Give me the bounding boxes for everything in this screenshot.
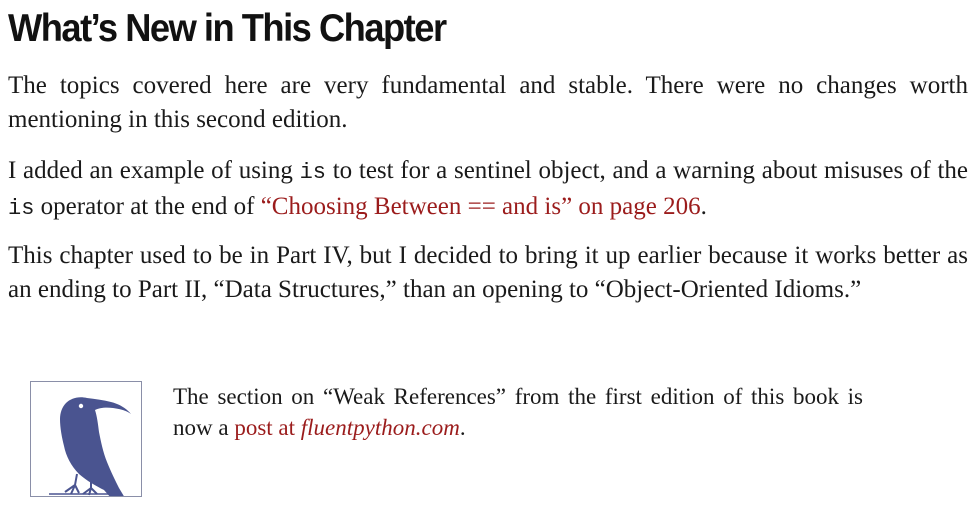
note-callout: The section on “Weak References” from th…: [30, 381, 950, 501]
code-is-operator: is: [8, 196, 35, 221]
note-text: The section on “Weak References” from th…: [173, 381, 863, 443]
paragraph-sentinel-text-b: to test for a sentinel object, and a war…: [326, 157, 969, 184]
cross-reference-link[interactable]: “Choosing Between == and is” on page 206: [261, 193, 701, 220]
document-page: What’s New in This Chapter The topics co…: [8, 0, 968, 303]
post-link-prefix: post at: [234, 415, 301, 440]
note-text-b: .: [459, 415, 466, 440]
bird-icon: [30, 381, 142, 497]
post-link-domain: fluentpython.com: [300, 415, 460, 440]
paragraph-sentinel-text-c: operator at the end of: [34, 193, 261, 220]
paragraph-sentinel: I added an example of using is to test f…: [8, 154, 968, 226]
paragraph-part-history: This chapter used to be in Part IV, but …: [8, 242, 968, 303]
paragraph-sentinel-text-d: .: [700, 193, 707, 220]
post-link[interactable]: post at fluentpython.com: [234, 415, 460, 440]
code-is-keyword: is: [299, 160, 326, 185]
paragraph-topics: The topics covered here are very fundame…: [8, 72, 968, 133]
paragraph-sentinel-text-a: I added an example of using: [8, 157, 300, 184]
section-heading: What’s New in This Chapter: [8, 7, 447, 50]
